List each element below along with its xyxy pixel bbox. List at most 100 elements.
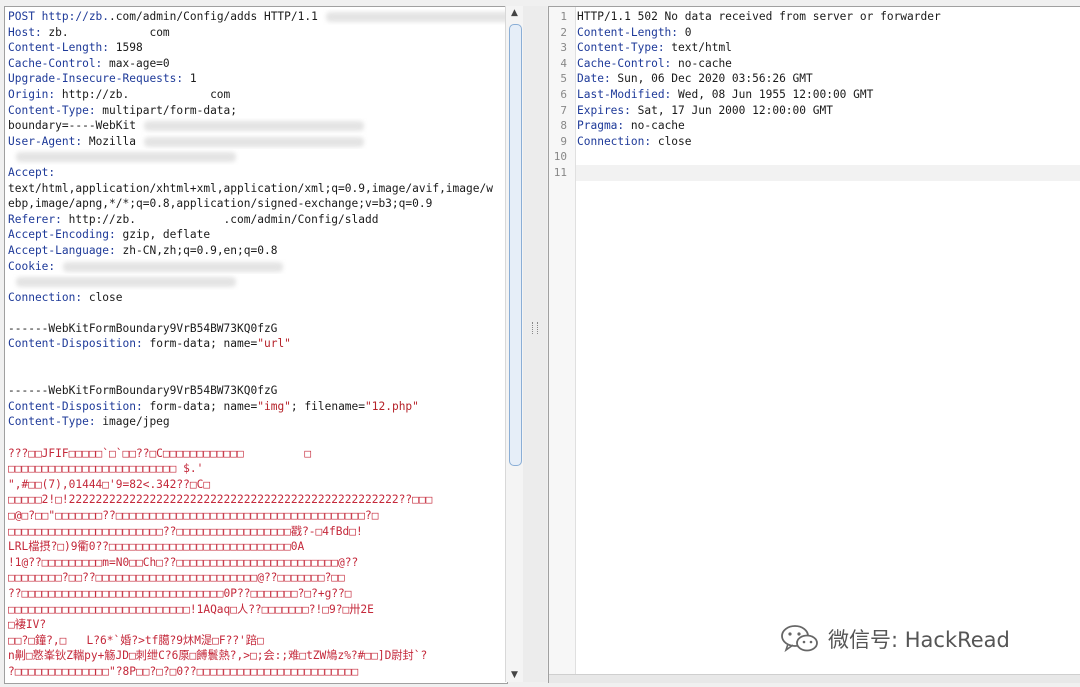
binary-payload-line[interactable]: □□□□□□□□□□□□□□□□□□□□□□□??□□□□□□□□□□□□□□□… xyxy=(8,524,505,540)
header-value: image/jpeg xyxy=(95,415,170,429)
text-line[interactable] xyxy=(8,274,505,290)
text-line[interactable] xyxy=(8,368,505,384)
line-number: 9 xyxy=(560,134,567,148)
header-value: 1 xyxy=(183,72,197,86)
text-line[interactable] xyxy=(576,149,1080,165)
request-vertical-scrollbar[interactable]: ▲ ▼ xyxy=(505,6,523,682)
text-line[interactable]: POST http://zb..com/admin/Config/adds HT… xyxy=(8,9,505,25)
text-line[interactable] xyxy=(8,149,505,165)
binary-payload-line[interactable]: □□□□□□□□□□□□□□□□□□□□□□□□□□□!1AQaq□人??□□□… xyxy=(8,602,505,618)
text-line[interactable]: Origin: http://zb. com xyxy=(8,87,505,103)
header-value: max-age=0 xyxy=(102,56,170,70)
binary-payload-line[interactable]: ?□□□□□□□□□□□□□□"?8P□□?□?□0??□□□□□□□□□□□□… xyxy=(8,664,505,680)
text-line[interactable]: Date: Sun, 06 Dec 2020 03:56:26 GMT xyxy=(576,71,1080,87)
text-line[interactable]: Connection: close xyxy=(8,290,505,306)
header-key: Content-Length: xyxy=(577,25,679,39)
header-value: boundary=----WebKit xyxy=(8,119,136,133)
header-key: Content-Disposition: xyxy=(8,399,143,413)
binary-payload-line[interactable]: □@□?□□"□□□□□□□??□□□□□□□□□□□□□□□□□□□□□□□□… xyxy=(8,508,505,524)
header-value: .com/admin/Config/adds HTTP/1.1 xyxy=(109,10,318,23)
binary-payload-line[interactable]: !1@??□□□□□□□□□m=N0□□Ch□??□□□□□□□□□□□□□□□… xyxy=(8,555,505,571)
request-text[interactable]: POST http://zb..com/admin/Config/adds HT… xyxy=(8,9,505,680)
redacted-region xyxy=(16,152,236,163)
header-key: Pragma: xyxy=(577,119,625,133)
header-key: Accept-Encoding: xyxy=(8,228,116,242)
header-key: Cache-Control: xyxy=(8,56,103,70)
text-line[interactable]: Referer: http://zb. .com/admin/Config/sl… xyxy=(8,212,505,228)
text-line[interactable]: boundary=----WebKit xyxy=(8,118,505,134)
binary-payload-line[interactable]: ???□□JFIF□□□□□`□`□□??□C□□□□□□□□□□□□ □ xyxy=(8,446,505,462)
text-line[interactable]: Accept-Language: zh-CN,zh;q=0.9,en;q=0.8 xyxy=(8,243,505,259)
text-line[interactable]: Accept-Encoding: gzip, deflate xyxy=(8,227,505,243)
text-line[interactable] xyxy=(8,305,505,321)
quoted-value: "12.php" xyxy=(365,399,419,413)
text-line[interactable]: Content-Type: image/jpeg xyxy=(8,414,505,430)
text-line[interactable]: ebp,image/apng,*/*;q=0.8,application/sig… xyxy=(8,196,505,212)
header-value: text/html xyxy=(664,41,732,55)
header-value: ; filename= xyxy=(290,399,366,413)
text-line[interactable] xyxy=(576,164,1080,181)
text-line[interactable]: Upgrade-Insecure-Requests: 1 xyxy=(8,71,505,87)
text-line[interactable]: Cache-Control: no-cache xyxy=(576,56,1080,72)
binary-payload-line[interactable]: n劓□憝峯钬Z輲py+觞JD□刺绁C?6厡□餺鬟熱?,>□;会:;难□tZW鳩z… xyxy=(8,648,505,664)
text-line[interactable]: Cookie: xyxy=(8,259,505,275)
text-line[interactable]: Content-Type: text/html xyxy=(576,40,1080,56)
header-key: Last-Modified: xyxy=(577,87,672,101)
text-line[interactable]: ------WebKitFormBoundary9VrB54BW73KQ0fzG xyxy=(8,321,505,337)
header-key: Referer: xyxy=(8,212,62,226)
header-value: no-cache xyxy=(624,119,685,133)
text-line[interactable]: Accept: xyxy=(8,165,505,181)
text-line[interactable] xyxy=(8,430,505,446)
header-key: Host: xyxy=(8,25,42,39)
header-value: http://zb. .com/admin/Config/sladd xyxy=(61,212,379,226)
text-line[interactable]: Cache-Control: max-age=0 xyxy=(8,56,505,72)
header-value: HTTP/1.1 502 No data received from serve… xyxy=(577,10,941,23)
scrollbar-thumb[interactable] xyxy=(509,24,522,466)
text-line[interactable]: Connection: close xyxy=(576,134,1080,150)
header-value: 1598 xyxy=(109,41,143,55)
text-line[interactable]: Content-Type: multipart/form-data; xyxy=(8,103,505,119)
binary-payload-line[interactable]: LRL檔摂?□)9衢0??□□□□□□□□□□□□□□□□□□□□□□□□□□□… xyxy=(8,539,505,555)
binary-payload-line[interactable]: ",#□□(7),01444□'9=82<.342??□C□ xyxy=(8,477,505,493)
header-key: Accept: xyxy=(8,165,56,179)
header-value: ------WebKitFormBoundary9VrB54BW73KQ0fzG xyxy=(8,321,278,335)
text-line[interactable]: Pragma: no-cache xyxy=(576,118,1080,134)
response-text[interactable]: HTTP/1.1 502 No data received from serve… xyxy=(576,9,1080,181)
line-number-gutter: 1 2 3 4 5 6 7 8 9 10 11 xyxy=(549,7,576,683)
quoted-value: "img" xyxy=(257,399,291,413)
binary-payload-line[interactable]: □□□□□2!□!2222222222222222222222222222222… xyxy=(8,492,505,508)
splitter-grip-icon[interactable] xyxy=(532,322,538,334)
header-key: Accept-Language: xyxy=(8,243,116,257)
text-line[interactable]: User-Agent: Mozilla xyxy=(8,134,505,150)
line-number: 6 xyxy=(560,87,567,101)
text-line[interactable] xyxy=(8,352,505,368)
text-line[interactable]: Host: zb. com xyxy=(8,25,505,41)
text-line[interactable]: Last-Modified: Wed, 08 Jun 1955 12:00:00… xyxy=(576,87,1080,103)
text-line[interactable]: ------WebKitFormBoundary9VrB54BW73KQ0fzG xyxy=(8,383,505,399)
text-line[interactable]: Content-Disposition: form-data; name="ur… xyxy=(8,336,505,352)
text-line[interactable]: Expires: Sat, 17 Jun 2000 12:00:00 GMT xyxy=(576,103,1080,119)
pane-splitter[interactable] xyxy=(523,6,547,682)
binary-payload-line[interactable]: □□?□鐘?,□ L?6*`婚?>tf臈?9炑M湜□F??'踣□ xyxy=(8,633,505,649)
text-line[interactable]: Content-Length: 0 xyxy=(576,25,1080,41)
request-editor[interactable]: POST http://zb..com/admin/Config/adds HT… xyxy=(4,6,508,684)
response-horizontal-scrollbar[interactable] xyxy=(549,674,1080,683)
header-key: Content-Type: xyxy=(8,415,96,429)
binary-payload-line[interactable]: ??□□□□□□□□□□□□□□□□□□□□□□□□□□□□□□0P??□□□□… xyxy=(8,586,505,602)
text-line[interactable]: text/html,application/xhtml+xml,applicat… xyxy=(8,181,505,197)
header-value: form-data; name= xyxy=(142,399,258,413)
header-key: Origin: xyxy=(8,87,56,101)
scroll-up-arrow-icon[interactable]: ▲ xyxy=(506,6,523,20)
quoted-value: "url" xyxy=(257,337,291,351)
text-line[interactable]: Content-Disposition: form-data; name="im… xyxy=(8,399,505,415)
text-line[interactable]: Content-Length: 1598 xyxy=(8,40,505,56)
response-viewer[interactable]: 1 2 3 4 5 6 7 8 9 10 11 HTTP/1.1 502 No data recei… xyxy=(548,6,1080,683)
header-key: Cache-Control: xyxy=(577,56,672,70)
binary-payload-line[interactable]: □□□□□□□□□□□□□□□□□□□□□□□□□ $.' xyxy=(8,461,505,477)
header-key: Connection: xyxy=(577,134,652,148)
scroll-down-arrow-icon[interactable]: ▼ xyxy=(506,668,523,682)
header-value: zb. com xyxy=(41,25,170,39)
text-line[interactable]: HTTP/1.1 502 No data received from serve… xyxy=(576,9,1080,25)
binary-payload-line[interactable]: □褄IV? xyxy=(8,617,505,633)
binary-payload-line[interactable]: □□□□□□□□?□□??□□□□□□□□□□□□□□□□□□□□□□□□@??… xyxy=(8,570,505,586)
